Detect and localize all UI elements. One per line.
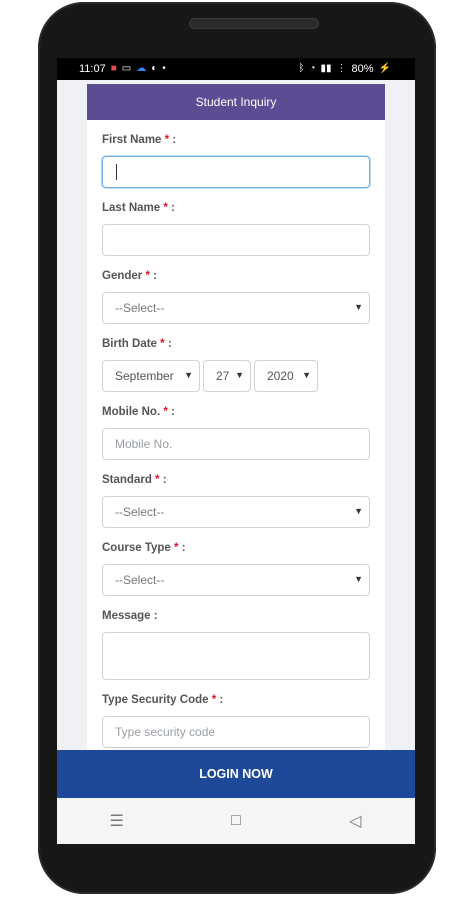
- standard-label-text: Standard: [102, 474, 152, 486]
- bluetooth-icon: ᛒ: [298, 63, 305, 74]
- security-code-input[interactable]: Type security code: [102, 716, 370, 748]
- mobile-label: Mobile No. * :: [102, 406, 370, 422]
- recent-apps-icon[interactable]: ☰: [102, 811, 132, 831]
- course-type-label: Course Type * :: [102, 542, 370, 558]
- message-label: Message :: [102, 610, 370, 626]
- birth-month-select[interactable]: September ▼: [102, 360, 200, 392]
- page-title: Student Inquiry: [87, 84, 385, 120]
- mask-icon: ◐: [151, 63, 158, 74]
- label-colon: :: [171, 202, 175, 214]
- label-colon: :: [219, 694, 224, 706]
- system-nav-bar: ☰ □ ◁: [57, 798, 415, 844]
- birth-date-row: September ▼ 27 ▼ 2020 ▼: [102, 360, 370, 392]
- standard-label: Standard * :: [102, 474, 370, 490]
- label-colon: :: [162, 474, 167, 486]
- birth-day-value: 27: [216, 369, 230, 383]
- dot-icon: •: [162, 63, 166, 74]
- security-code-placeholder: Type security code: [115, 725, 216, 739]
- last-name-label-text: Last Name: [102, 202, 161, 214]
- speaker-grille: [189, 18, 319, 29]
- label-colon: :: [153, 610, 158, 622]
- security-code-label: Type Security Code * :: [102, 694, 370, 710]
- wifi-icon: ⋮: [336, 63, 347, 74]
- login-now-button[interactable]: LOGIN NOW: [57, 750, 415, 798]
- gender-select[interactable]: --Select-- ▼: [102, 292, 370, 324]
- required-mark: *: [155, 474, 160, 486]
- alarm-icon: ◔: [309, 63, 316, 74]
- inquiry-card: Student Inquiry First Name * : Last Name…: [87, 84, 385, 750]
- first-name-label-text: First Name: [102, 134, 162, 146]
- standard-select[interactable]: --Select-- ▼: [102, 496, 370, 528]
- home-icon[interactable]: □: [221, 812, 251, 830]
- inquiry-form: First Name * : Last Name * : Gender *: …: [87, 134, 385, 748]
- time: 11:07: [79, 63, 106, 75]
- mobile-label-text: Mobile No.: [102, 406, 161, 418]
- header-title: Student Inquiry: [195, 95, 277, 109]
- standard-selected: --Select--: [115, 505, 165, 519]
- label-colon: :: [171, 406, 175, 418]
- status-bar: 11:07 ■ ▭ ☁ ◐ • ᛒ ◔ ▮▮ ⋮ 80% ⚡: [57, 58, 415, 80]
- birth-year-select[interactable]: 2020 ▼: [254, 360, 318, 392]
- course-type-select[interactable]: --Select-- ▼: [102, 564, 370, 596]
- security-code-label-text: Type Security Code: [102, 694, 209, 706]
- text-caret: [116, 164, 117, 180]
- status-right: ᛒ ◔ ▮▮ ⋮ 80% ⚡: [298, 63, 391, 75]
- signal-icon: ▮▮: [320, 63, 332, 74]
- required-mark: *: [145, 270, 150, 282]
- charging-icon: ⚡: [378, 63, 391, 74]
- birth-date-label-text: Birth Date: [102, 338, 157, 350]
- birth-date-label: Birth Date * :: [102, 338, 370, 354]
- gender-label-text: Gender: [102, 270, 143, 282]
- gender-selected: --Select--: [115, 301, 165, 315]
- required-mark: *: [174, 542, 179, 554]
- screen-icon: ▭: [121, 63, 132, 74]
- status-left: 11:07 ■ ▭ ☁ ◐ •: [79, 63, 166, 75]
- message-label-text: Message: [102, 610, 151, 622]
- course-type-label-text: Course Type: [102, 542, 171, 554]
- required-mark: *: [163, 202, 168, 214]
- first-name-input[interactable]: [102, 156, 370, 188]
- dropdown-arrow-icon: ▼: [354, 574, 363, 584]
- last-name-input[interactable]: [102, 224, 370, 256]
- dropdown-arrow-icon: ▼: [235, 370, 244, 380]
- screen: 11:07 ■ ▭ ☁ ◐ • ᛒ ◔ ▮▮ ⋮ 80% ⚡ Student I…: [57, 58, 415, 844]
- label-colon: :: [153, 270, 157, 282]
- battery-level: 80%: [351, 63, 374, 75]
- notification-icon: ■: [110, 63, 117, 74]
- login-now-label: LOGIN NOW: [199, 767, 273, 781]
- mobile-input[interactable]: Mobile No.: [102, 428, 370, 460]
- first-name-label: First Name * :: [102, 134, 370, 150]
- mobile-placeholder: Mobile No.: [115, 437, 173, 451]
- gender-label: Gender * :: [102, 270, 370, 286]
- required-mark: *: [211, 694, 217, 706]
- birth-year-value: 2020: [267, 369, 294, 383]
- required-mark: *: [164, 134, 170, 146]
- dropdown-arrow-icon: ▼: [354, 506, 363, 516]
- last-name-label: Last Name * :: [102, 202, 370, 218]
- label-colon: :: [172, 134, 177, 146]
- birth-day-select[interactable]: 27 ▼: [203, 360, 251, 392]
- content-area: Student Inquiry First Name * : Last Name…: [57, 80, 415, 750]
- cloud-icon: ☁: [136, 63, 147, 74]
- label-colon: :: [167, 338, 172, 350]
- dropdown-arrow-icon: ▼: [302, 370, 311, 380]
- course-type-selected: --Select--: [115, 573, 165, 587]
- message-textarea[interactable]: [102, 632, 370, 680]
- label-colon: :: [181, 542, 186, 554]
- dropdown-arrow-icon: ▼: [184, 370, 193, 380]
- dropdown-arrow-icon: ▼: [354, 302, 363, 312]
- birth-month-value: September: [115, 369, 174, 383]
- required-mark: *: [160, 338, 165, 350]
- required-mark: *: [163, 406, 168, 418]
- back-icon[interactable]: ◁: [340, 811, 370, 831]
